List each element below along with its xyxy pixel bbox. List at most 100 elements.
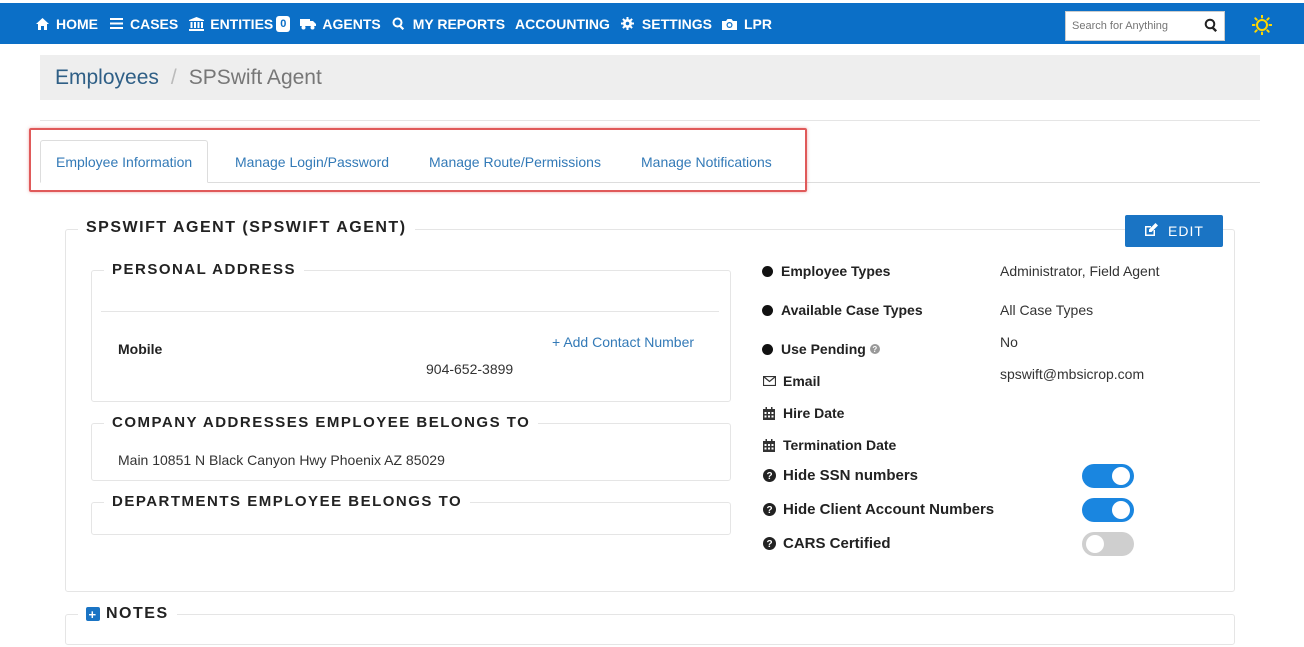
- entities-count-badge: 0: [276, 15, 291, 32]
- company-addresses-title: COMPANY ADDRESSES EMPLOYEE BELONGS TO: [104, 414, 539, 431]
- edit-button-label: EDIT: [1168, 223, 1204, 239]
- nav-lpr[interactable]: LPR: [722, 16, 772, 32]
- edit-button[interactable]: EDIT: [1125, 215, 1223, 247]
- notes-title: NOTES: [106, 605, 169, 622]
- add-contact-number-link[interactable]: + Add Contact Number: [552, 334, 694, 350]
- nav-accounting-label: ACCOUNTING: [515, 15, 610, 32]
- expand-plus-icon[interactable]: +: [86, 607, 100, 622]
- bank-icon: [188, 16, 204, 32]
- nav-cases[interactable]: CASES: [108, 16, 178, 32]
- toggle-knob: [1112, 501, 1130, 519]
- nav-lpr-label: LPR: [743, 15, 772, 32]
- nav-settings-label: SETTINGS: [641, 15, 712, 32]
- tab-label: Employee Information: [56, 153, 193, 170]
- cars-certified-label: ? CARS Certified: [762, 535, 891, 552]
- employee-title: SPSWIFT AGENT (SPSWIFT AGENT): [78, 219, 415, 237]
- svg-text:?: ?: [766, 539, 772, 550]
- toggle-knob: [1112, 467, 1130, 485]
- employee-types-value: Administrator, Field Agent: [1000, 263, 1160, 279]
- nav-agents[interactable]: AGENTS: [300, 15, 381, 32]
- top-navbar: HOME CASES ENTITIES 0 AGENTS MY REPORTS …: [0, 3, 1304, 44]
- truck-icon: [300, 16, 317, 32]
- camera-icon: [722, 16, 738, 32]
- tab-employee-information[interactable]: Employee Information: [40, 140, 209, 183]
- label-text: Employee Types: [781, 263, 891, 279]
- bullet-icon: [762, 304, 773, 316]
- nav-menu: HOME CASES ENTITIES 0 AGENTS MY REPORTS …: [34, 3, 782, 44]
- svg-text:?: ?: [766, 471, 772, 482]
- question-circle-icon[interactable]: ?: [762, 537, 776, 550]
- hide-ssn-toggle[interactable]: [1082, 464, 1134, 488]
- add-contact-label: Add Contact Number: [563, 334, 695, 350]
- email-value: spswift@mbsicrop.com: [1000, 366, 1145, 382]
- label-text: Hide SSN numbers: [783, 467, 919, 484]
- case-types-label: Available Case Types: [762, 302, 923, 318]
- breadcrumb-separator: /: [170, 65, 177, 89]
- question-circle-icon[interactable]: ?: [762, 503, 776, 516]
- nav-entities-label: ENTITIES: [210, 15, 274, 32]
- notes-panel: [65, 614, 1235, 645]
- bullet-icon: [762, 343, 773, 355]
- company-address: Main 10851 N Black Canyon Hwy Phoenix AZ…: [118, 452, 445, 468]
- breadcrumb-employees-link[interactable]: Employees: [55, 66, 159, 90]
- label-text: Use Pending: [781, 341, 866, 357]
- nav-cases-label: CASES: [130, 15, 179, 32]
- divider: [101, 311, 719, 312]
- search-icon[interactable]: [1204, 18, 1218, 37]
- hide-client-account-label: ? Hide Client Account Numbers: [762, 501, 994, 518]
- tab-manage-notifications[interactable]: Manage Notifications: [626, 140, 787, 183]
- label-text: Hide Client Account Numbers: [783, 501, 995, 518]
- label-text: Termination Date: [783, 437, 897, 453]
- calendar-icon: [762, 406, 776, 420]
- employee-types-label: Employee Types: [762, 263, 890, 279]
- nav-entities[interactable]: ENTITIES 0: [188, 15, 291, 32]
- departments-title: DEPARTMENTS EMPLOYEE BELONGS TO: [104, 493, 471, 510]
- cars-certified-toggle[interactable]: [1082, 532, 1134, 556]
- gear-icon: [620, 16, 636, 32]
- hide-ssn-label: ? Hide SSN numbers: [762, 467, 918, 484]
- nav-my-reports[interactable]: MY REPORTS: [391, 16, 505, 32]
- breadcrumb: Employees / SPSwift Agent: [40, 55, 1260, 100]
- tab-label: Manage Route/Permissions: [429, 153, 601, 170]
- theme-toggle-icon[interactable]: [1251, 14, 1273, 40]
- label-text: CARS Certified: [783, 535, 891, 552]
- label-text: Hire Date: [783, 405, 845, 421]
- termination-date-label: Termination Date: [762, 437, 896, 453]
- list-icon: [108, 16, 124, 32]
- tab-manage-route-permissions[interactable]: Manage Route/Permissions: [414, 140, 616, 183]
- hire-date-label: Hire Date: [762, 405, 844, 421]
- search-input[interactable]: [1066, 20, 1196, 32]
- nav-agents-label: AGENTS: [322, 15, 381, 32]
- nav-settings[interactable]: SETTINGS: [620, 16, 712, 32]
- email-label: Email: [762, 373, 820, 389]
- plus-icon: +: [552, 334, 561, 350]
- toggle-knob: [1086, 535, 1104, 553]
- nav-my-reports-label: MY REPORTS: [412, 15, 506, 32]
- question-circle-icon[interactable]: ?: [762, 469, 776, 482]
- help-icon[interactable]: ?: [869, 344, 880, 354]
- notes-header[interactable]: + NOTES: [78, 605, 177, 623]
- tab-label: Manage Notifications: [641, 153, 772, 170]
- personal-address-title: PERSONAL ADDRESS: [104, 261, 305, 278]
- mobile-label: Mobile: [118, 341, 163, 357]
- tab-manage-login-password[interactable]: Manage Login/Password: [220, 140, 404, 183]
- nav-home-label: HOME: [56, 15, 98, 32]
- nav-accounting[interactable]: ACCOUNTING: [515, 16, 610, 32]
- nav-home[interactable]: HOME: [34, 16, 98, 32]
- envelope-icon: [762, 376, 776, 386]
- hide-client-account-toggle[interactable]: [1082, 498, 1134, 522]
- svg-text:?: ?: [766, 505, 772, 516]
- edit-icon: [1144, 223, 1168, 239]
- global-search: [1065, 11, 1225, 41]
- use-pending-value: No: [1000, 334, 1018, 350]
- bullet-icon: [762, 265, 773, 277]
- breadcrumb-current: SPSwift Agent: [188, 65, 322, 89]
- label-text: Email: [783, 373, 821, 389]
- search-icon: [391, 16, 407, 32]
- home-icon: [34, 16, 50, 32]
- calendar-icon: [762, 438, 776, 452]
- employee-tabs: Employee Information Manage Login/Passwo…: [40, 140, 1260, 183]
- use-pending-label: Use Pending ?: [762, 341, 880, 357]
- tab-label: Manage Login/Password: [235, 153, 390, 170]
- mobile-number: 904-652-3899: [426, 361, 514, 377]
